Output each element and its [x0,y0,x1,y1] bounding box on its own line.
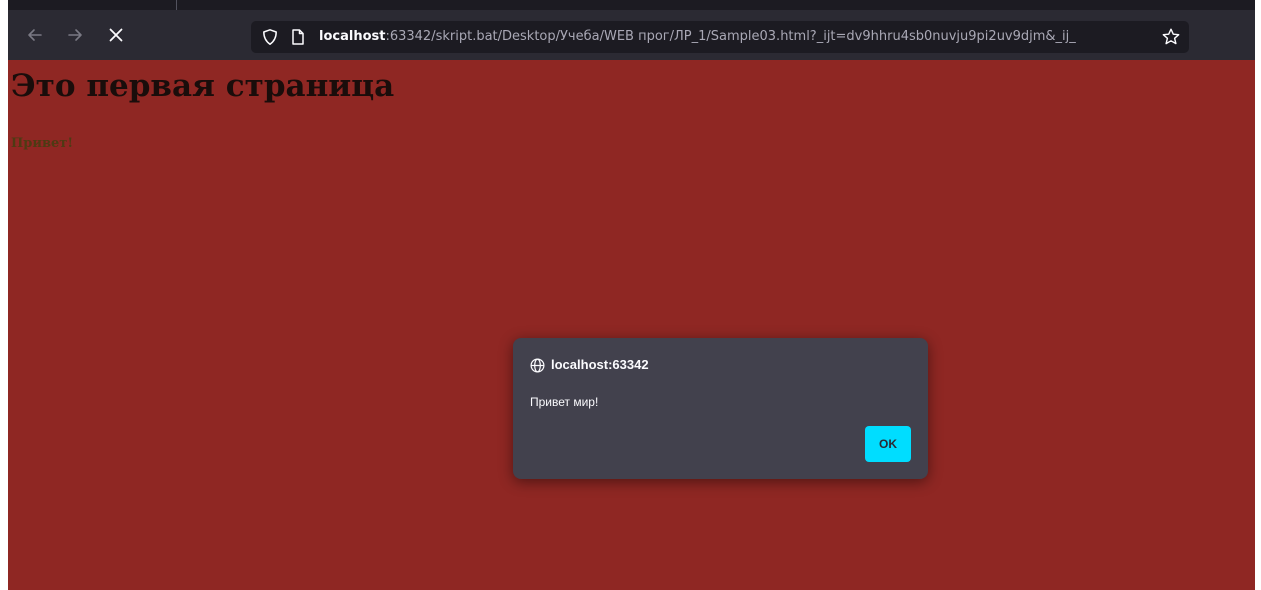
alert-dialog: localhost:63342 Привет мир! OK [513,338,928,479]
alert-message: Привет мир! [530,395,599,409]
url-path: :63342/skript.bat/Desktop/Учеба/WEB прог… [385,29,1076,44]
back-button[interactable] [19,10,51,60]
globe-icon [530,358,545,373]
forward-arrow-icon [68,29,82,41]
ok-button[interactable]: OK [865,426,911,462]
url-text[interactable]: localhost:63342/skript.bat/Desktop/Учеба… [319,21,1151,53]
navigation-toolbar: localhost:63342/skript.bat/Desktop/Учеба… [8,10,1255,60]
page-icon[interactable] [289,28,307,46]
alert-origin: localhost:63342 [551,357,649,372]
shield-icon[interactable] [261,28,279,46]
browser-window: localhost:63342/skript.bat/Desktop/Учеба… [8,0,1255,590]
page-content: Это первая страница Привет! localhost:63… [8,60,1255,590]
close-icon [109,28,123,42]
forward-button[interactable] [59,10,91,60]
tab-divider [176,0,177,10]
stop-button[interactable] [100,10,132,60]
greeting-text: Привет! [11,136,74,151]
star-icon[interactable] [1161,27,1181,47]
url-host: localhost [319,29,386,44]
address-bar[interactable]: localhost:63342/skript.bat/Desktop/Учеба… [251,21,1189,53]
tab-strip [8,0,1255,10]
page-heading: Это первая страница [11,68,395,104]
back-arrow-icon [28,29,42,41]
